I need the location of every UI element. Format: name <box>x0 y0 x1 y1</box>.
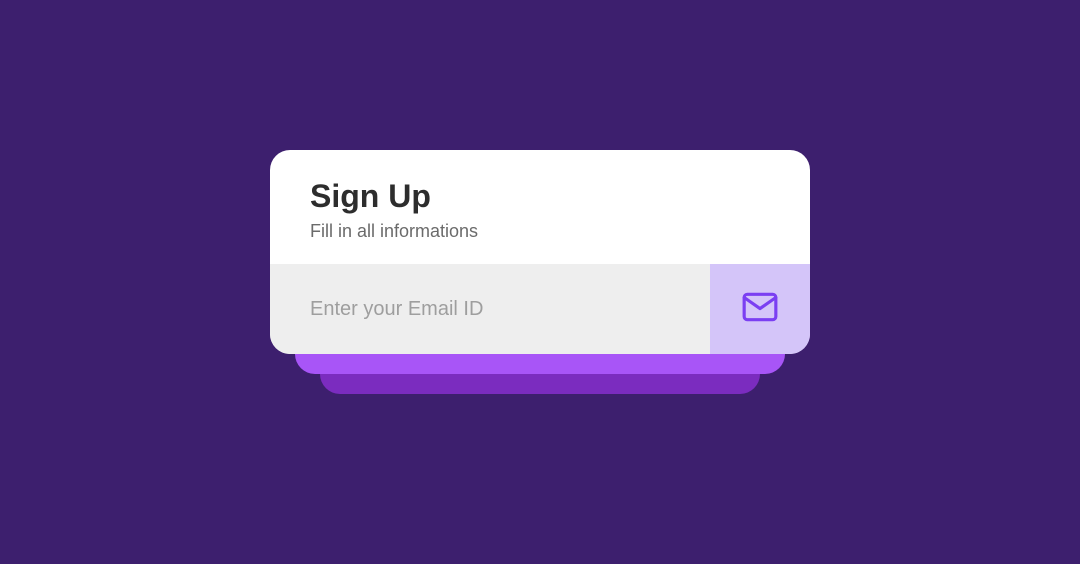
card-header: Sign Up Fill in all informations <box>270 150 810 264</box>
email-submit-button[interactable] <box>710 264 810 354</box>
signup-card: Sign Up Fill in all informations <box>270 150 810 354</box>
envelope-icon <box>741 288 779 331</box>
email-input-row <box>270 264 810 354</box>
signup-card-stack: Sign Up Fill in all informations <box>270 150 810 354</box>
signup-subtitle: Fill in all informations <box>310 221 770 242</box>
email-input[interactable] <box>270 264 710 354</box>
signup-title: Sign Up <box>310 178 770 215</box>
